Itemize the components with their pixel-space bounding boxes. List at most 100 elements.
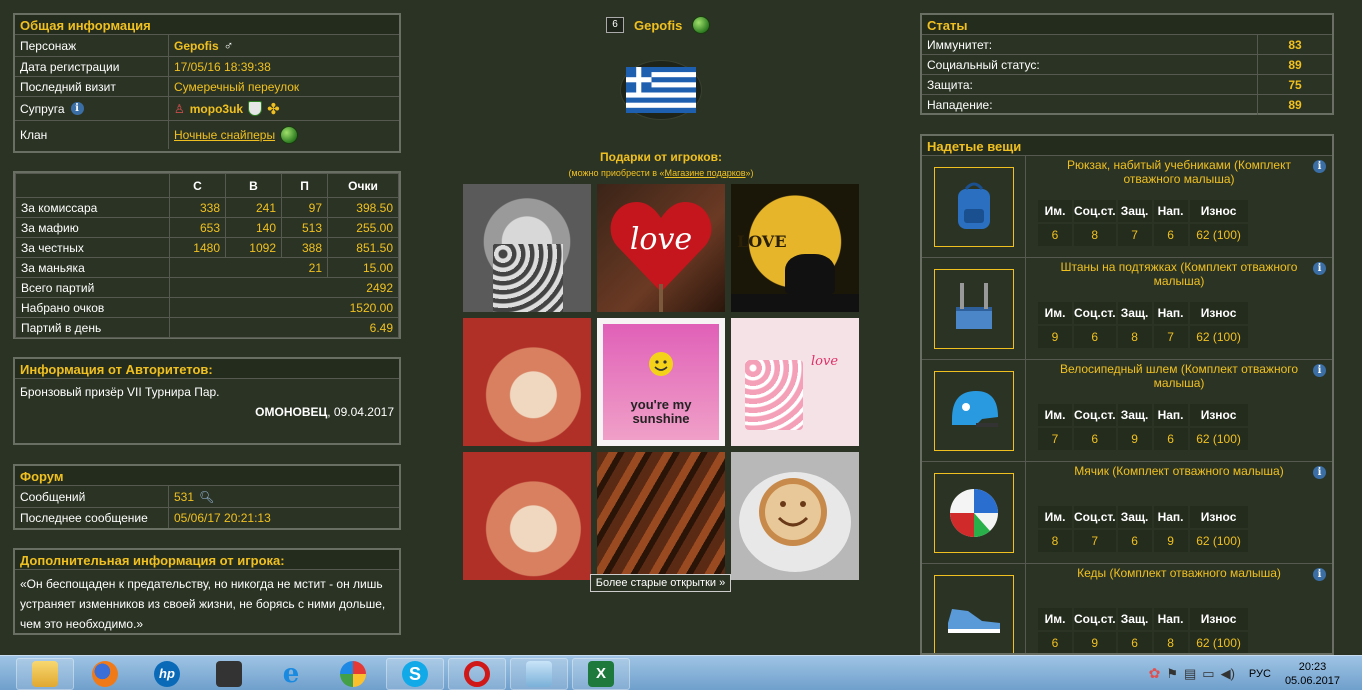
info-icon[interactable]: i bbox=[1313, 262, 1326, 275]
stat-value: 9 bbox=[1038, 326, 1072, 348]
equipment-item: Штаны на подтяжках (Комплект отважного м… bbox=[922, 258, 1332, 360]
last-visit-value: Сумеречный переулок bbox=[174, 79, 300, 94]
info-icon[interactable]: i bbox=[70, 102, 84, 115]
table-row: За комиссара 338 241 97 398.50 bbox=[15, 197, 399, 218]
gift-card-hands-coffee-2[interactable] bbox=[463, 452, 591, 580]
stat-value: 7 bbox=[1074, 530, 1116, 552]
profile-name: Gepofis bbox=[634, 17, 683, 33]
scores-panel: С В П Очки За комиссара 338 241 97 398.5… bbox=[13, 171, 401, 339]
character-name-link[interactable]: Gepofis bbox=[174, 39, 219, 53]
stat-header: Им. bbox=[1038, 404, 1072, 426]
equipment-title: Надетые вещи bbox=[922, 136, 1332, 156]
stat-value: 6 bbox=[1153, 224, 1188, 246]
tray-flag-icon[interactable]: ⚑ bbox=[1166, 666, 1178, 682]
taskbar-explorer-button[interactable] bbox=[16, 658, 74, 690]
sneakers-icon[interactable] bbox=[933, 574, 1014, 653]
info-icon[interactable]: i bbox=[1313, 160, 1326, 173]
stat-header: Соц.ст. bbox=[1074, 302, 1116, 324]
last-message-date[interactable]: 05/06/17 20:21:13 bbox=[169, 508, 399, 528]
search-icon[interactable]: 🔍︎ bbox=[199, 490, 214, 504]
stat-value: 62 (100) bbox=[1189, 326, 1248, 348]
item-stats-table: Им. Соц.ст. Защ. Нап. Износ 6 9 6 8 62 (100) bbox=[1036, 606, 1250, 653]
taskbar-skype-button[interactable]: S bbox=[386, 658, 444, 690]
stat-row: Социальный статус: 89 bbox=[922, 55, 1332, 75]
gift-card-smiley-coffee[interactable] bbox=[731, 452, 859, 580]
authorities-author: ОМОНОВЕЦ bbox=[255, 405, 328, 419]
clan-link[interactable]: Ночные снайперы bbox=[174, 128, 275, 142]
stat-header: Защ. bbox=[1117, 200, 1152, 222]
header-c: С bbox=[169, 173, 226, 198]
taskbar-notepad-button[interactable] bbox=[510, 658, 568, 690]
row-label: Персонаж bbox=[15, 35, 169, 56]
taskbar-media-button[interactable] bbox=[200, 658, 258, 690]
item-name: Мячик (Комплект отважного малыша) bbox=[1074, 464, 1284, 478]
spouse-name-link[interactable]: mopo3uk bbox=[190, 102, 243, 116]
scores-table: С В П Очки За комиссара 338 241 97 398.5… bbox=[15, 173, 399, 338]
forum-panel: Форум Сообщений 531 🔍︎ Последнее сообщен… bbox=[13, 464, 401, 530]
taskbar-firefox-button[interactable] bbox=[76, 658, 134, 690]
messages-count[interactable]: 531 bbox=[174, 490, 194, 504]
tray-volume-icon[interactable]: ◀) bbox=[1221, 666, 1235, 682]
header-p: П bbox=[281, 173, 328, 198]
item-stats-table: Им. Соц.ст. Защ. Нап. Износ 8 7 6 9 62 (100) bbox=[1036, 504, 1250, 554]
gift-card-love-bears[interactable]: LOVE bbox=[731, 184, 859, 312]
stat-value: 8 bbox=[1117, 326, 1152, 348]
table-row: Партий в день 6.49 bbox=[15, 317, 399, 338]
equipment-item: Рюкзак, набитый учебниками (Комплект отв… bbox=[922, 156, 1332, 258]
stat-value: 62 (100) bbox=[1189, 224, 1248, 246]
profile-header: 6 Gepofis bbox=[606, 16, 711, 34]
authorities-panel: Информация от Авторитетов: Бронзовый при… bbox=[13, 357, 401, 445]
item-name: Кеды (Комплект отважного малыша) bbox=[1077, 566, 1281, 580]
stat-value: 6 bbox=[1117, 530, 1152, 552]
general-info-title: Общая информация bbox=[15, 15, 399, 35]
stat-header: Износ bbox=[1189, 302, 1248, 324]
tray-clock[interactable]: 20:23 05.06.2017 bbox=[1285, 660, 1340, 688]
backpack-icon[interactable] bbox=[933, 166, 1014, 247]
stat-header: Нап. bbox=[1153, 506, 1188, 528]
older-cards-button[interactable]: Более старые открытки » bbox=[590, 574, 731, 592]
stat-value: 6 bbox=[1074, 326, 1116, 348]
stat-header: Им. bbox=[1038, 608, 1072, 630]
equipment-item: Кеды (Комплект отважного малыша) i Им. Со… bbox=[922, 564, 1332, 653]
info-icon[interactable]: i bbox=[1313, 568, 1326, 581]
taskbar-picasa-button[interactable] bbox=[324, 658, 382, 690]
gift-card-love-mug[interactable]: love bbox=[731, 318, 859, 446]
gift-card-girl[interactable] bbox=[463, 184, 591, 312]
gift-card-sunshine[interactable]: you're my sunshine bbox=[597, 318, 725, 446]
stat-value: 6 bbox=[1117, 632, 1152, 653]
flag-avatar bbox=[620, 60, 702, 120]
gift-shop-link[interactable]: Магазине подарков bbox=[665, 168, 746, 178]
taskbar-excel-button[interactable]: X bbox=[572, 658, 630, 690]
pants-icon[interactable] bbox=[933, 268, 1014, 349]
film-icon bbox=[216, 661, 242, 687]
row-last-message: Последнее сообщение 05/06/17 20:21:13 bbox=[15, 508, 399, 528]
header-points: Очки bbox=[327, 173, 399, 198]
taskbar-hp-button[interactable]: hp bbox=[138, 658, 196, 690]
row-label: Последний визит bbox=[15, 77, 169, 96]
tray-network-icon[interactable]: ▤ bbox=[1184, 666, 1196, 682]
gifts-subtitle: (можно приобрести в «Магазине подарков») bbox=[568, 168, 754, 178]
gift-card-kebabs[interactable] bbox=[597, 452, 725, 580]
tray-battery-icon[interactable]: ▭ bbox=[1202, 666, 1214, 682]
gift-card-hands-coffee[interactable] bbox=[463, 318, 591, 446]
stat-value: 8 bbox=[1074, 224, 1116, 246]
stat-header: Износ bbox=[1189, 506, 1248, 528]
taskbar-ie-button[interactable]: e bbox=[262, 658, 320, 690]
info-icon[interactable]: i bbox=[1313, 466, 1326, 479]
helmet-icon[interactable] bbox=[933, 370, 1014, 451]
picasa-icon bbox=[340, 661, 366, 687]
stat-row: Нападение: 89 bbox=[922, 95, 1332, 115]
gift-card-love-heart[interactable]: love bbox=[597, 184, 725, 312]
extra-info-panel: Дополнительная информация от игрока: «Он… bbox=[13, 548, 401, 635]
stat-header: Защ. bbox=[1117, 302, 1152, 324]
ball-icon[interactable] bbox=[933, 472, 1014, 553]
taskbar-opera-button[interactable] bbox=[448, 658, 506, 690]
tray-flower-icon[interactable]: ✿ bbox=[1149, 665, 1161, 682]
stat-header: Им. bbox=[1038, 200, 1072, 222]
info-icon[interactable]: i bbox=[1313, 364, 1326, 377]
tray-language[interactable]: РУС bbox=[1249, 668, 1271, 680]
table-row: За честных 1480 1092 388 851.50 bbox=[15, 237, 399, 258]
forum-title: Форум bbox=[15, 466, 399, 486]
opera-icon bbox=[464, 661, 490, 687]
stat-header: Нап. bbox=[1153, 404, 1188, 426]
